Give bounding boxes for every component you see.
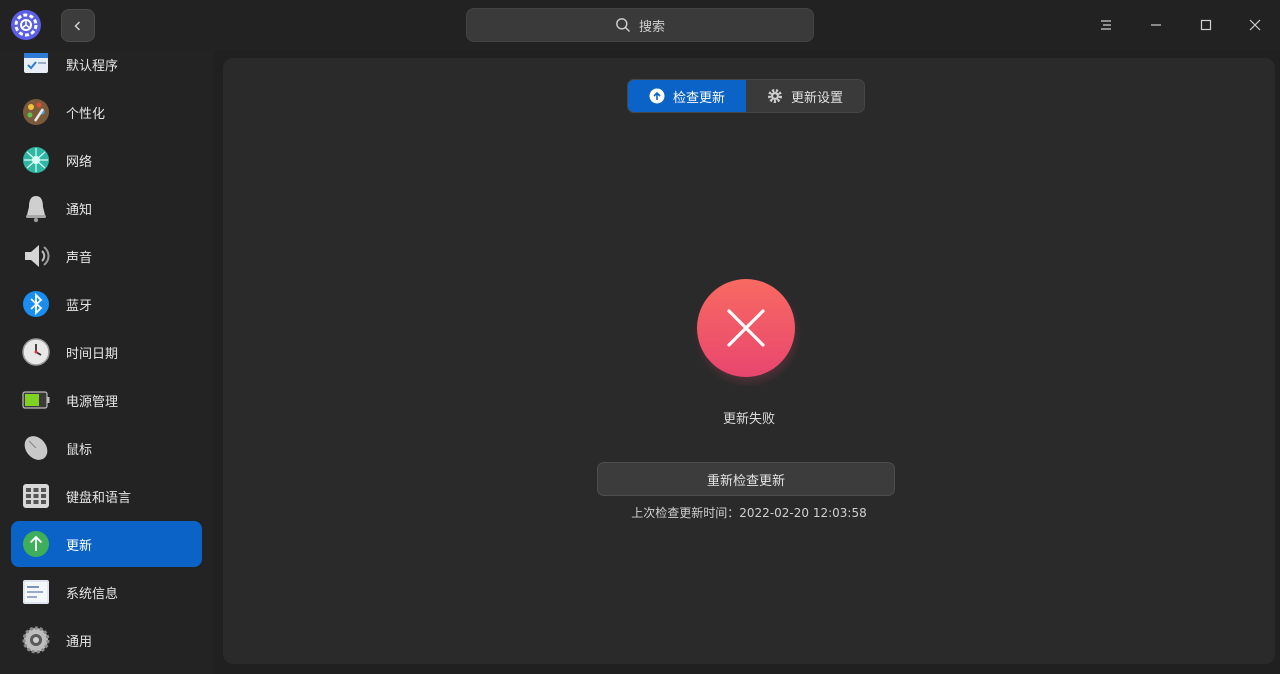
sidebar-item-label: 时间日期: [66, 346, 119, 362]
clock-icon: [22, 338, 50, 366]
last-check-label: 上次检查更新时间：: [631, 506, 740, 520]
update-status-message: 更新失败: [722, 412, 775, 427]
sidebar-item-bluetooth[interactable]: 蓝牙: [11, 281, 202, 327]
sidebar-item-label: 声音: [66, 250, 93, 266]
gear-icon: [22, 626, 50, 654]
tab-check-update[interactable]: 检查更新: [628, 80, 746, 112]
search-icon: [616, 18, 630, 32]
chevron-left-icon: [74, 20, 81, 31]
sidebar-item-sound[interactable]: 声音: [11, 233, 202, 279]
sidebar-item-label: 蓝牙: [66, 298, 93, 314]
update-arrow-icon: [23, 531, 49, 557]
sidebar-item-label: 通用: [66, 634, 93, 650]
sidebar-item-keyboard[interactable]: 键盘和语言: [11, 473, 202, 519]
sidebar-item-update[interactable]: 更新: [11, 521, 202, 567]
personalization-icon: [23, 99, 49, 125]
sidebar-item-default-apps[interactable]: 默认程序: [11, 50, 202, 87]
update-panel: 检查更新 更新设置 更新失败 重新检查更新 上次检查更新时间：2022-02-2…: [223, 58, 1275, 664]
sidebar-item-label: 默认程序: [66, 58, 119, 74]
last-check-value: 2022-02-20 12:03:58: [739, 506, 867, 520]
back-button[interactable]: [61, 9, 95, 42]
close-button[interactable]: [1243, 13, 1267, 37]
battery-icon: [22, 391, 50, 409]
search-placeholder: 搜索: [638, 19, 665, 35]
recheck-update-button[interactable]: 重新检查更新: [597, 462, 895, 496]
bluetooth-icon: [23, 291, 49, 317]
sidebar-item-mouse[interactable]: 鼠标: [11, 425, 202, 471]
keyboard-icon: [23, 484, 49, 508]
close-icon: [1249, 19, 1261, 31]
tab-label: 更新设置: [790, 90, 843, 106]
settings-gear-icon: [767, 89, 782, 103]
sidebar-item-power[interactable]: 电源管理: [11, 377, 202, 423]
maximize-icon: [1200, 19, 1212, 31]
sidebar-item-label: 个性化: [66, 106, 106, 122]
sidebar-item-label: 通知: [66, 202, 93, 218]
maximize-button[interactable]: [1194, 13, 1218, 37]
minimize-button[interactable]: [1144, 13, 1168, 37]
tab-update-settings[interactable]: 更新设置: [746, 80, 864, 112]
control-center-window: 搜索 默认程序 个性化 网络 通知 声音 蓝牙 时间日期 电源管理 鼠标 键盘和…: [0, 0, 1280, 674]
sidebar-item-label: 鼠标: [66, 442, 93, 458]
network-icon: [23, 147, 49, 173]
sidebar-item-label: 键盘和语言: [66, 490, 132, 506]
default-apps-icon: [24, 53, 48, 73]
update-failed-icon: [694, 279, 802, 386]
sidebar: 默认程序 个性化 网络 通知 声音 蓝牙 时间日期 电源管理 鼠标 键盘和语言 …: [0, 50, 214, 674]
sidebar-item-network[interactable]: 网络: [11, 137, 202, 183]
sidebar-item-notifications[interactable]: 通知: [11, 185, 202, 231]
search-input[interactable]: 搜索: [466, 8, 814, 42]
bell-icon: [26, 196, 46, 223]
sidebar-item-general[interactable]: 通用: [11, 617, 202, 663]
upload-circle-icon: [649, 88, 665, 104]
sidebar-item-datetime[interactable]: 时间日期: [11, 329, 202, 375]
control-center-logo-icon: [11, 10, 41, 40]
mouse-icon: [24, 436, 48, 460]
minimize-icon: [1151, 24, 1161, 26]
sidebar-item-label: 系统信息: [66, 586, 119, 602]
last-check-time: 上次检查更新时间：2022-02-20 12:03:58: [223, 504, 1275, 521]
sidebar-item-label: 电源管理: [66, 394, 119, 410]
menu-icon: [1101, 20, 1111, 30]
main-menu-button[interactable]: [1094, 13, 1118, 37]
tab-label: 检查更新: [672, 90, 725, 106]
system-info-icon: [23, 580, 49, 604]
speaker-icon: [25, 245, 50, 267]
sidebar-item-personalization[interactable]: 个性化: [11, 89, 202, 135]
sidebar-item-label: 更新: [66, 538, 93, 554]
sidebar-item-label: 网络: [66, 154, 93, 170]
update-tabs: 检查更新 更新设置: [627, 79, 865, 113]
sidebar-item-system-info[interactable]: 系统信息: [11, 569, 202, 615]
titlebar: 搜索: [0, 0, 1280, 50]
